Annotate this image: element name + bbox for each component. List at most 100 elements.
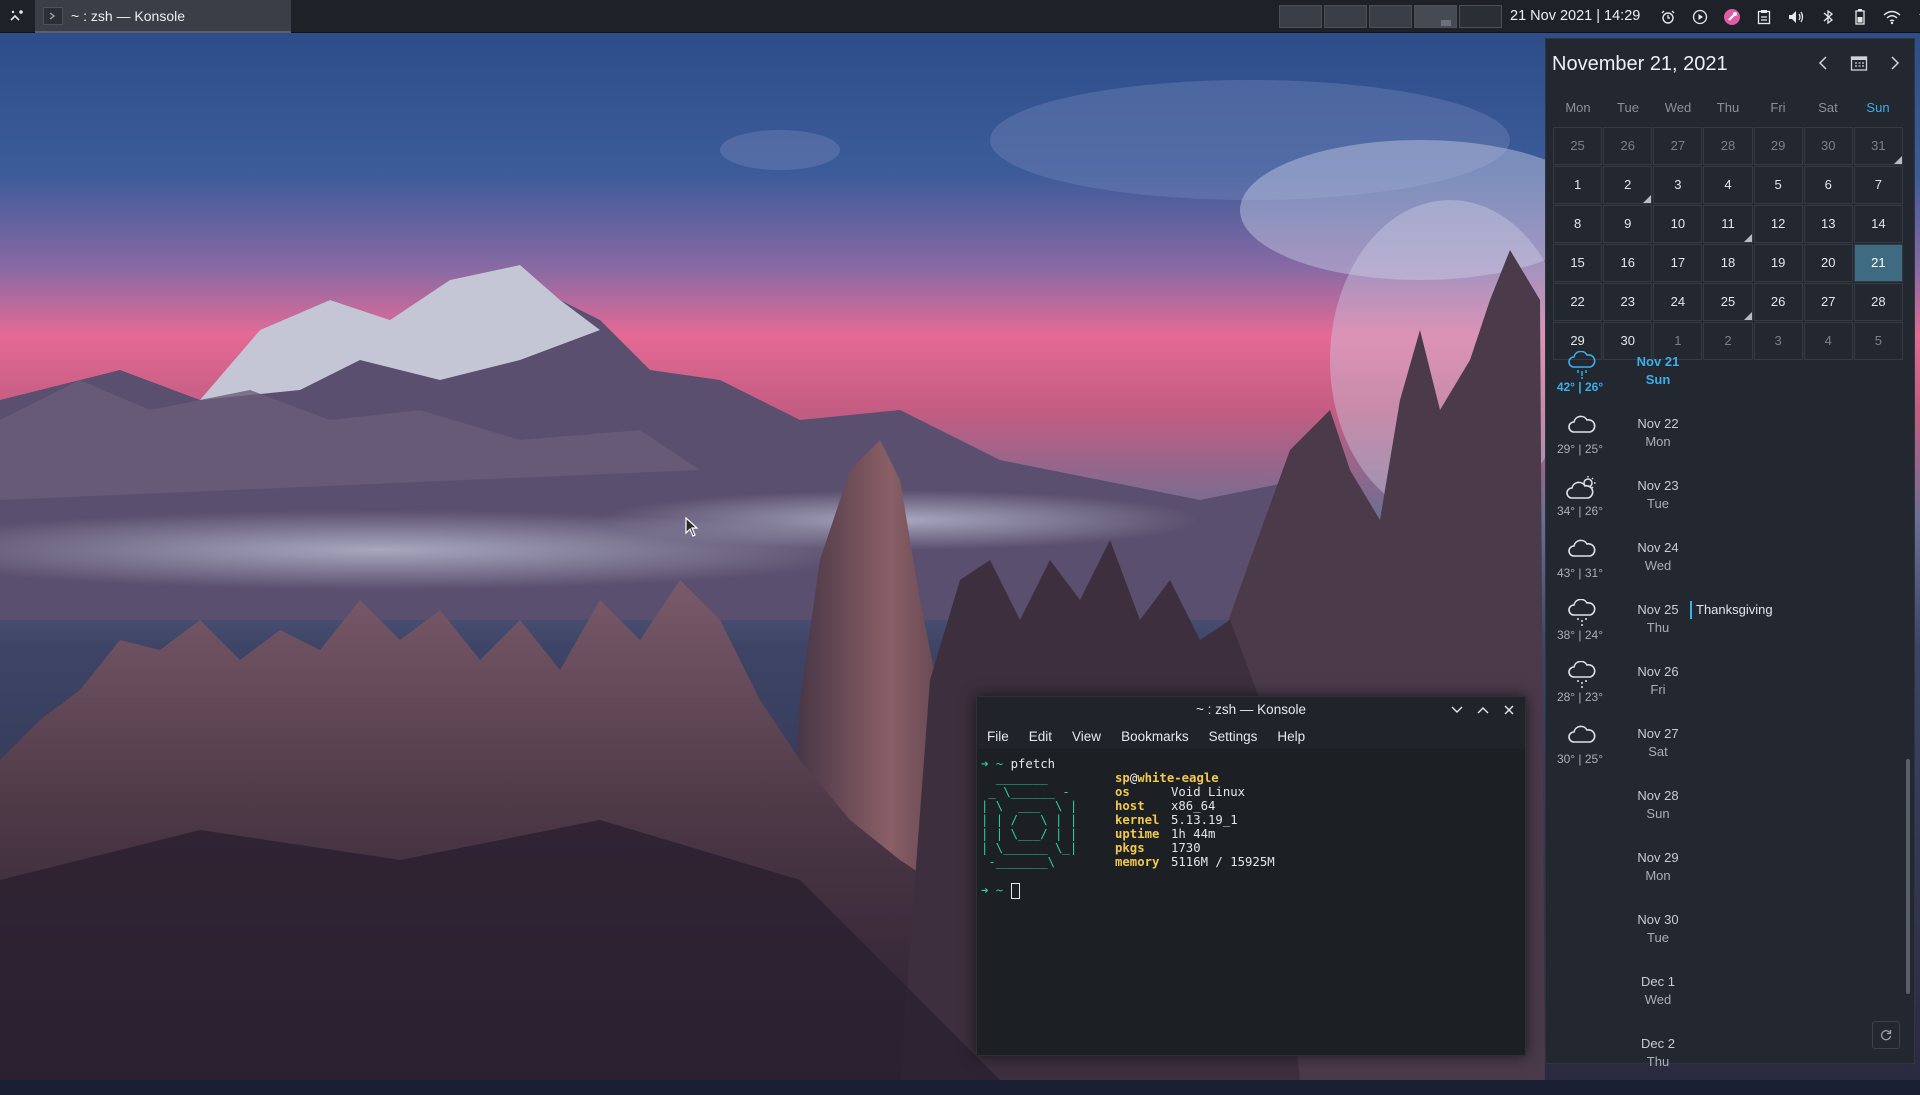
next-month-icon[interactable] — [1886, 53, 1904, 73]
day-cell[interactable]: 26 — [1753, 283, 1803, 321]
mouse-cursor-icon — [685, 516, 699, 542]
day-cell[interactable]: 19 — [1753, 244, 1803, 282]
agenda-row[interactable]: Nov 28 Sun — [1546, 785, 1914, 847]
menu-view[interactable]: View — [1072, 729, 1101, 744]
menu-bookmarks[interactable]: Bookmarks — [1121, 729, 1189, 744]
day-cell[interactable]: 7 — [1853, 166, 1903, 204]
agenda-row[interactable]: 30° | 25° Nov 27 Sat — [1546, 723, 1914, 785]
day-cell[interactable]: 1 — [1553, 166, 1603, 204]
day-cell[interactable]: 22 — [1553, 283, 1603, 321]
application-launcher-icon[interactable] — [4, 3, 30, 29]
desktop-4[interactable] — [1414, 5, 1457, 28]
info-line: os Void Linux — [1115, 785, 1245, 799]
agenda-date-label: Dec 1 — [1641, 974, 1675, 989]
agenda-row[interactable]: Dec 2 Thu — [1546, 1033, 1914, 1095]
day-cell[interactable]: 21 — [1853, 244, 1903, 282]
day-cell[interactable]: 14 — [1853, 205, 1903, 243]
desktop-5[interactable] — [1459, 5, 1502, 28]
day-cell[interactable]: 8 — [1553, 205, 1603, 243]
info-line: uptime 1h 44m — [1115, 827, 1215, 841]
snow-cloud-icon — [1564, 661, 1600, 691]
day-cell[interactable]: 25 — [1553, 127, 1603, 165]
day-cell[interactable]: 4 — [1703, 166, 1753, 204]
menu-settings[interactable]: Settings — [1209, 729, 1258, 744]
terminal-area[interactable]: ➜ ~ pfetch _______ _ \______ - | \ ___ \ … — [977, 751, 1525, 1055]
cloud-icon — [1564, 537, 1600, 567]
bluetooth-icon[interactable] — [1818, 7, 1838, 27]
day-cell[interactable]: 31 — [1853, 127, 1903, 165]
day-cell[interactable]: 10 — [1653, 205, 1703, 243]
previous-month-icon[interactable] — [1814, 53, 1832, 73]
day-cell[interactable]: 2 — [1603, 166, 1653, 204]
clipboard-icon[interactable] — [1754, 7, 1774, 27]
agenda-date: Nov 26 Fri — [1628, 663, 1688, 699]
menu-edit[interactable]: Edit — [1029, 729, 1052, 744]
window-titlebar[interactable]: ~ : zsh — Konsole — [977, 697, 1525, 723]
close-icon[interactable] — [1501, 702, 1517, 718]
day-cell[interactable]: 9 — [1603, 205, 1653, 243]
temperature-range: 38° | 24° — [1556, 628, 1604, 642]
desktop-3[interactable] — [1369, 5, 1412, 28]
day-cell[interactable]: 25 — [1703, 283, 1753, 321]
info-value: Void Linux — [1171, 785, 1246, 799]
day-cell[interactable]: 6 — [1803, 166, 1853, 204]
volume-icon[interactable] — [1786, 7, 1806, 27]
snow-cloud-icon — [1564, 599, 1600, 629]
day-cell[interactable]: 24 — [1653, 283, 1703, 321]
day-cell[interactable]: 20 — [1803, 244, 1853, 282]
day-cell[interactable]: 18 — [1703, 244, 1753, 282]
day-cell[interactable]: 29 — [1753, 127, 1803, 165]
agenda-row[interactable]: 38° | 24° Nov 25 Thu Thanksgiving — [1546, 599, 1914, 661]
calendar-today-icon[interactable] — [1850, 53, 1868, 73]
refresh-icon[interactable] — [1872, 1021, 1900, 1049]
day-cell[interactable]: 11 — [1703, 205, 1753, 243]
day-cell[interactable]: 28 — [1703, 127, 1753, 165]
alarm-icon[interactable] — [1658, 7, 1678, 27]
agenda-row[interactable]: 42° | 26° Nov 21 Sun — [1546, 351, 1914, 413]
day-cell[interactable]: 15 — [1553, 244, 1603, 282]
menu-help[interactable]: Help — [1277, 729, 1305, 744]
day-cell[interactable]: 26 — [1603, 127, 1653, 165]
desktop-1[interactable] — [1279, 5, 1322, 28]
color-picker-icon[interactable] — [1722, 7, 1742, 27]
agenda-row[interactable]: Nov 30 Tue — [1546, 909, 1914, 971]
agenda-event[interactable]: Thanksgiving — [1690, 601, 1773, 619]
wifi-icon[interactable] — [1882, 7, 1902, 27]
minimize-icon[interactable] — [1449, 702, 1465, 718]
expand-tray-icon[interactable] — [1914, 7, 1920, 27]
agenda-scrollbar[interactable] — [1906, 759, 1910, 994]
battery-icon[interactable] — [1850, 7, 1870, 27]
day-cell[interactable]: 28 — [1853, 283, 1903, 321]
agenda-weekday-label: Mon — [1645, 434, 1671, 449]
prompt-symbol: ➜ ~ — [981, 883, 1004, 898]
taskbar-item-konsole[interactable]: ~ : zsh — Konsole — [35, 0, 291, 33]
day-cell[interactable]: 27 — [1803, 283, 1853, 321]
temperature-range: 28° | 23° — [1556, 690, 1604, 704]
agenda-date: Nov 25 Thu — [1628, 601, 1688, 637]
desktop-2[interactable] — [1324, 5, 1367, 28]
agenda-row[interactable]: Dec 1 Wed — [1546, 971, 1914, 1033]
menu-file[interactable]: File — [987, 729, 1009, 744]
day-cell[interactable]: 5 — [1753, 166, 1803, 204]
agenda-row[interactable]: 29° | 25° Nov 22 Mon — [1546, 413, 1914, 475]
day-cell[interactable]: 16 — [1603, 244, 1653, 282]
day-cell[interactable]: 13 — [1803, 205, 1853, 243]
digital-clock[interactable]: 21 Nov 2021 | 14:29 — [1510, 0, 1640, 33]
agenda-row[interactable]: 28° | 23° Nov 26 Fri — [1546, 661, 1914, 723]
info-key: kernel — [1115, 813, 1160, 827]
media-play-icon[interactable] — [1690, 7, 1710, 27]
ascii-logo-line: _______ — [981, 771, 1048, 785]
day-cell[interactable]: 23 — [1603, 283, 1653, 321]
day-cell[interactable]: 30 — [1803, 127, 1853, 165]
agenda-date-label: Nov 30 — [1637, 912, 1679, 927]
agenda-row[interactable]: 34° | 26° Nov 23 Tue — [1546, 475, 1914, 537]
agenda-row[interactable]: 43° | 31° Nov 24 Wed — [1546, 537, 1914, 599]
maximize-icon[interactable] — [1475, 702, 1491, 718]
day-cell[interactable]: 3 — [1653, 166, 1703, 204]
day-cell[interactable]: 12 — [1753, 205, 1803, 243]
agenda-row[interactable]: Nov 29 Mon — [1546, 847, 1914, 909]
day-cell[interactable]: 27 — [1653, 127, 1703, 165]
agenda-date-label: Nov 29 — [1637, 850, 1679, 865]
day-cell[interactable]: 17 — [1653, 244, 1703, 282]
ascii-logo-line: _ \______ - — [981, 785, 1070, 799]
